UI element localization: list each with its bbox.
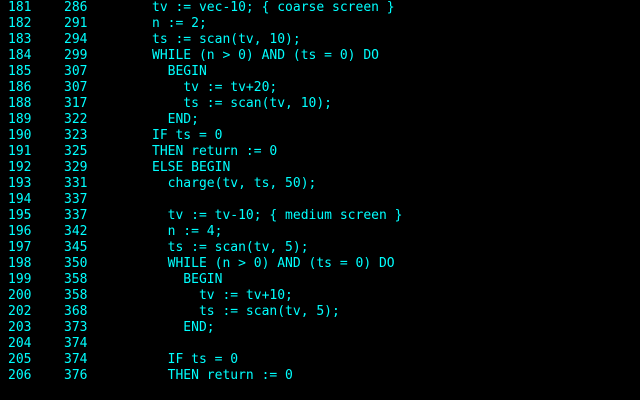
line-number: 189 [8,112,32,127]
code-line: 196 342 n := 4; [0,224,640,240]
code-line: 200 358 tv := tv+10; [0,288,640,304]
code-line: 193 331 charge(tv, ts, 50); [0,176,640,192]
address-offset: 350 [64,256,88,271]
address-offset: 307 [64,80,88,95]
address-offset: 329 [64,160,88,175]
code-line: 189 322 END; [0,112,640,128]
code-text: ts := scan(tv, 5); [152,240,309,255]
code-text: tv := tv-10; { medium screen } [152,208,403,223]
line-number: 193 [8,176,32,191]
address-offset: 358 [64,272,88,287]
address-offset: 294 [64,32,88,47]
code-line: 192 329 ELSE BEGIN [0,160,640,176]
code-text: THEN return := 0 [152,368,293,383]
address-offset: 307 [64,64,88,79]
code-text: tv := tv+20; [152,80,278,95]
code-line: 190 323 IF ts = 0 [0,128,640,144]
address-offset: 373 [64,320,88,335]
line-number: 185 [8,64,32,79]
code-text: IF ts = 0 [152,128,223,143]
address-offset: 345 [64,240,88,255]
line-number: 190 [8,128,32,143]
code-text: BEGIN [152,272,223,287]
code-line: 195 337 tv := tv-10; { medium screen } [0,208,640,224]
code-text: tv := tv+10; [152,288,293,303]
address-offset: 342 [64,224,88,239]
line-number: 181 [8,0,32,15]
code-line: 198 350 WHILE (n > 0) AND (ts = 0) DO [0,256,640,272]
address-offset: 325 [64,144,88,159]
code-line: 206 376 THEN return := 0 [0,368,640,384]
code-line: 188 317 ts := scan(tv, 10); [0,96,640,112]
line-number: 191 [8,144,32,159]
code-line: 184 299 WHILE (n > 0) AND (ts = 0) DO [0,48,640,64]
code-line: 185 307 BEGIN [0,64,640,80]
code-line: 182 291 n := 2; [0,16,640,32]
code-text: ELSE BEGIN [152,160,231,175]
code-text: ts := scan(tv, 10); [152,32,301,47]
line-number: 202 [8,304,32,319]
line-number: 197 [8,240,32,255]
code-text: n := 4; [152,224,223,239]
address-offset: 374 [64,352,88,367]
code-listing-screen: 181 286 tv := vec-10; { coarse screen } 182… [0,0,640,400]
line-number: 194 [8,192,32,207]
line-number: 195 [8,208,32,223]
address-offset: 317 [64,96,88,111]
line-number: 182 [8,16,32,31]
address-offset: 337 [64,208,88,223]
address-offset: 323 [64,128,88,143]
code-line: 197 345 ts := scan(tv, 5); [0,240,640,256]
code-line: 191 325 THEN return := 0 [0,144,640,160]
code-line: 205 374 IF ts = 0 [0,352,640,368]
line-number: 192 [8,160,32,175]
code-line: 181 286 tv := vec-10; { coarse screen } [0,0,640,16]
address-offset: 337 [64,192,88,207]
code-text: BEGIN [152,64,207,79]
line-number: 184 [8,48,32,63]
address-offset: 376 [64,368,88,383]
code-text: END; [152,320,215,335]
line-number: 183 [8,32,32,47]
code-text: WHILE (n > 0) AND (ts = 0) DO [152,256,395,271]
line-number: 196 [8,224,32,239]
code-line: 194 337 [0,192,640,208]
line-number: 203 [8,320,32,335]
address-offset: 299 [64,48,88,63]
line-number: 205 [8,352,32,367]
code-text: tv := vec-10; { coarse screen } [152,0,395,15]
address-offset: 368 [64,304,88,319]
code-text: WHILE (n > 0) AND (ts = 0) DO [152,48,379,63]
line-number: 200 [8,288,32,303]
code-text: END; [152,112,199,127]
address-offset: 291 [64,16,88,31]
line-number: 199 [8,272,32,287]
code-text: THEN return := 0 [152,144,278,159]
code-text: IF ts = 0 [152,352,239,367]
code-line: 202 368 ts := scan(tv, 5); [0,304,640,320]
line-number: 198 [8,256,32,271]
code-line: 186 307 tv := tv+20; [0,80,640,96]
line-number: 206 [8,368,32,383]
address-offset: 286 [64,0,88,15]
code-text: charge(tv, ts, 50); [152,176,317,191]
code-line: 204 374 [0,336,640,352]
code-text: ts := scan(tv, 5); [152,304,340,319]
code-text: n := 2; [152,16,207,31]
address-offset: 358 [64,288,88,303]
address-offset: 374 [64,336,88,351]
line-number: 186 [8,80,32,95]
address-offset: 322 [64,112,88,127]
line-number: 204 [8,336,32,351]
line-number: 188 [8,96,32,111]
code-line: 203 373 END; [0,320,640,336]
code-line: 183 294 ts := scan(tv, 10); [0,32,640,48]
address-offset: 331 [64,176,88,191]
code-line: 199 358 BEGIN [0,272,640,288]
code-text: ts := scan(tv, 10); [152,96,333,111]
